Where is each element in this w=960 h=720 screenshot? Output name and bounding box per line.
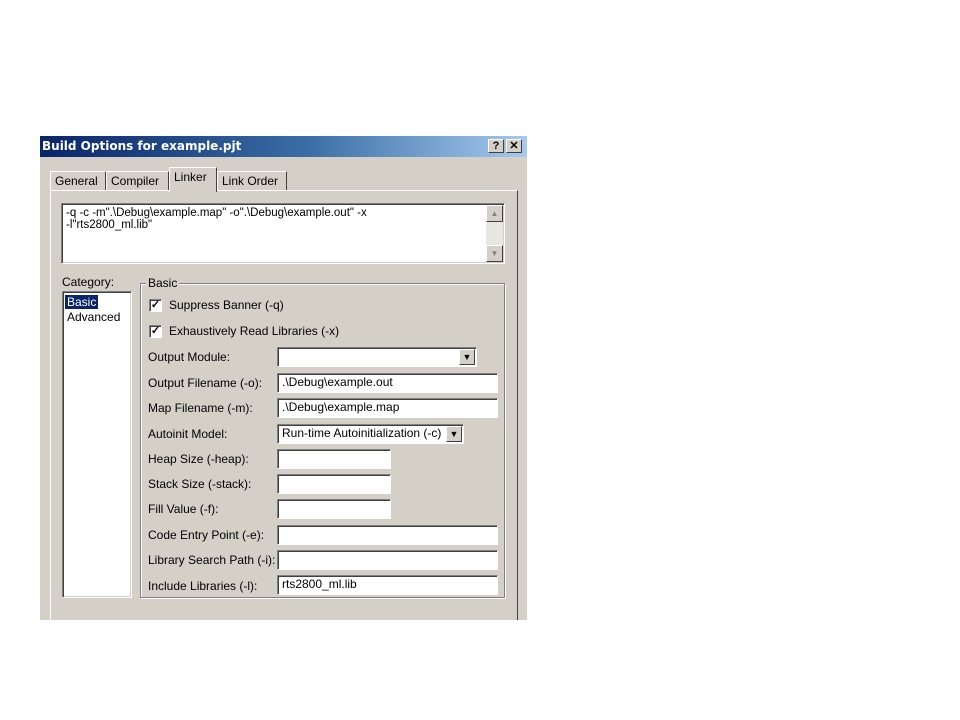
command-line-text: -q -c -m".\Debug\example.map" -o".\Debug…	[66, 207, 367, 231]
scroll-down-icon[interactable]: ▼	[486, 245, 503, 262]
stack-size-field[interactable]	[277, 474, 391, 494]
include-libraries-field[interactable]: rts2800_ml.lib	[277, 575, 498, 595]
output-filename-label: Output Filename (-o):	[148, 376, 263, 390]
tab-linker[interactable]: Linker	[169, 167, 217, 192]
output-filename-field[interactable]: .\Debug\example.out	[277, 373, 498, 393]
stack-size-label: Stack Size (-stack):	[148, 477, 252, 491]
group-title: Basic	[146, 276, 180, 290]
suppress-banner-label: Suppress Banner (-q)	[169, 298, 284, 312]
autoinit-model-value: Run-time Autoinitialization (-c)	[282, 426, 442, 440]
help-button[interactable]: ?	[488, 139, 504, 153]
library-search-path-label: Library Search Path (-i):	[148, 553, 276, 567]
exhaustive-read-label: Exhaustively Read Libraries (-x)	[169, 324, 340, 338]
map-filename-label: Map Filename (-m):	[148, 401, 253, 415]
build-options-dialog: Build Options for example.pjt ? ✕ Genera…	[40, 136, 527, 620]
scroll-up-icon[interactable]: ▲	[486, 205, 503, 222]
autoinit-model-label: Autoinit Model:	[148, 427, 228, 441]
chevron-down-icon[interactable]: ▼	[446, 426, 462, 442]
command-line-textarea[interactable]: -q -c -m".\Debug\example.map" -o".\Debug…	[61, 203, 505, 264]
map-filename-field[interactable]: .\Debug\example.map	[277, 398, 498, 418]
output-module-label: Output Module:	[148, 350, 231, 364]
linker-tab-panel: -q -c -m".\Debug\example.map" -o".\Debug…	[50, 190, 518, 620]
tab-compiler[interactable]: Compiler	[106, 171, 169, 191]
window-title: Build Options for example.pjt	[42, 139, 242, 153]
category-label: Category:	[62, 275, 115, 289]
tab-link-order[interactable]: Link Order	[217, 171, 287, 191]
output-module-select[interactable]: ▼	[277, 347, 477, 367]
tab-general[interactable]: General	[50, 171, 106, 191]
fill-value-field[interactable]	[277, 499, 391, 519]
category-list[interactable]: Basic Advanced	[62, 291, 132, 598]
exhaustive-read-checkbox[interactable]: ✓	[149, 325, 162, 338]
heap-size-label: Heap Size (-heap):	[148, 452, 249, 466]
library-search-path-field[interactable]	[277, 550, 498, 570]
suppress-banner-checkbox[interactable]: ✓	[149, 299, 162, 312]
title-bar[interactable]: Build Options for example.pjt ? ✕	[40, 136, 527, 157]
fill-value-label: Fill Value (-f):	[148, 502, 219, 516]
code-entry-point-label: Code Entry Point (-e):	[148, 528, 265, 542]
close-icon[interactable]: ✕	[506, 139, 522, 153]
category-item-basic[interactable]: Basic	[65, 295, 99, 309]
heap-size-field[interactable]	[277, 449, 391, 469]
autoinit-model-select[interactable]: Run-time Autoinitialization (-c) ▼	[277, 424, 464, 444]
include-libraries-label: Include Libraries (-l):	[148, 579, 258, 593]
code-entry-point-field[interactable]	[277, 525, 498, 545]
chevron-down-icon[interactable]: ▼	[459, 349, 475, 365]
command-scrollbar[interactable]: ▲ ▼	[486, 205, 503, 262]
category-item-advanced[interactable]: Advanced	[65, 310, 122, 324]
